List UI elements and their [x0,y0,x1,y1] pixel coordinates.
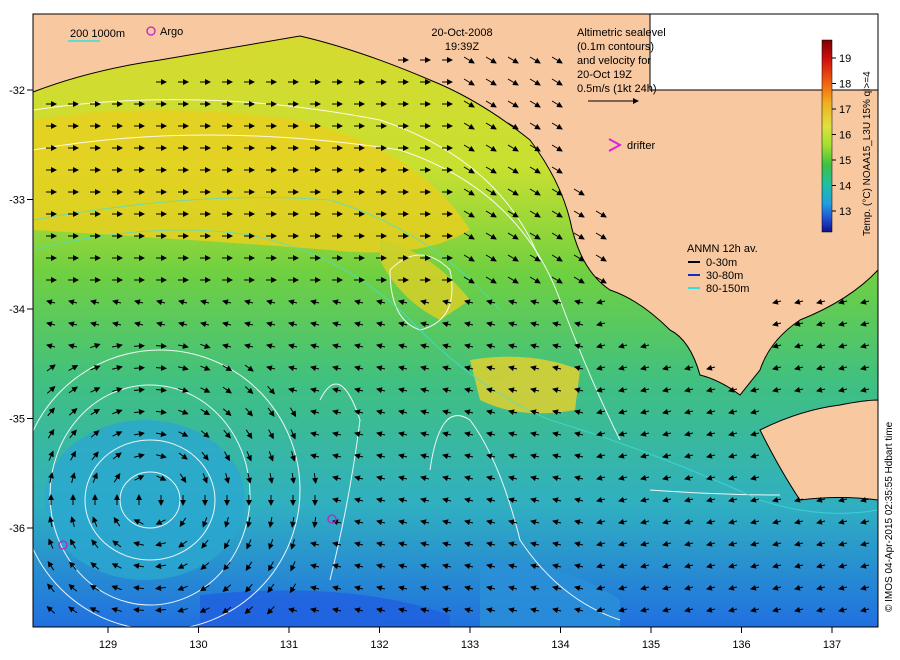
colorbar-tick-label: 14 [839,181,851,193]
note-line-4: 20-Oct 19Z [577,69,632,81]
note-line-5: 0.5m/s (1kt 24h) [577,83,656,95]
y-tick-label: -32 [9,85,25,97]
note-line-1: Altimetric sealevel [577,27,666,39]
x-tick-label: 130 [189,639,207,651]
anmn-label-0-30m: 0-30m [706,257,737,269]
anmn-label-80-150m: 80-150m [706,283,749,295]
colorbar-tick-label: 19 [839,53,851,65]
x-tick-label: 137 [823,639,841,651]
colorbar-tick-label: 16 [839,130,851,142]
colorbar-tick-label: 17 [839,104,851,116]
anmn-title: ANMN 12h av. [687,243,758,255]
x-tick-label: 132 [370,639,388,651]
x-tick-label: 134 [551,639,569,651]
note-line-2: (0.1m contours) [577,41,654,53]
velocity-arrow [133,343,145,349]
x-tick-label: 131 [280,639,298,651]
contour-legend-label: 200 1000m [70,28,125,40]
velocity-arrow [155,343,167,349]
x-tick-label: 129 [99,639,117,651]
map-date: 20-Oct-2008 [431,27,492,39]
sst-map: 20-Oct-2008 19:39Z 200 1000m Argo Altime… [9,13,895,651]
colorbar-tick-label: 13 [839,206,851,218]
anmn-label-30-80m: 30-80m [706,270,743,282]
y-tick-label: -33 [9,195,25,207]
credit-text: © IMOS 04-Apr-2015 02:35:55 Hdbart time [884,421,895,612]
x-tick-label: 135 [642,639,660,651]
y-axis-ticks: -32 -33 -34 -35 -36 [9,85,33,535]
drifter-label: drifter [627,140,655,152]
colorbar [821,39,833,233]
colorbar-tick-label: 18 [839,79,851,91]
colorbar-label: Temp. (°C) NOAA15_L3U 15% ql>=4 [862,71,873,236]
colorbar-tick-label: 15 [839,155,851,167]
y-tick-label: -34 [9,304,25,316]
x-tick-label: 136 [732,639,750,651]
x-axis-ticks: 129 130 131 132 133 134 135 136 137 [99,627,841,651]
note-line-3: and velocity for [577,55,651,67]
y-tick-label: -36 [9,523,25,535]
x-tick-label: 133 [461,639,479,651]
argo-legend-label: Argo [160,26,183,38]
y-tick-label: -35 [9,414,25,426]
map-time: 19:39Z [445,41,480,53]
